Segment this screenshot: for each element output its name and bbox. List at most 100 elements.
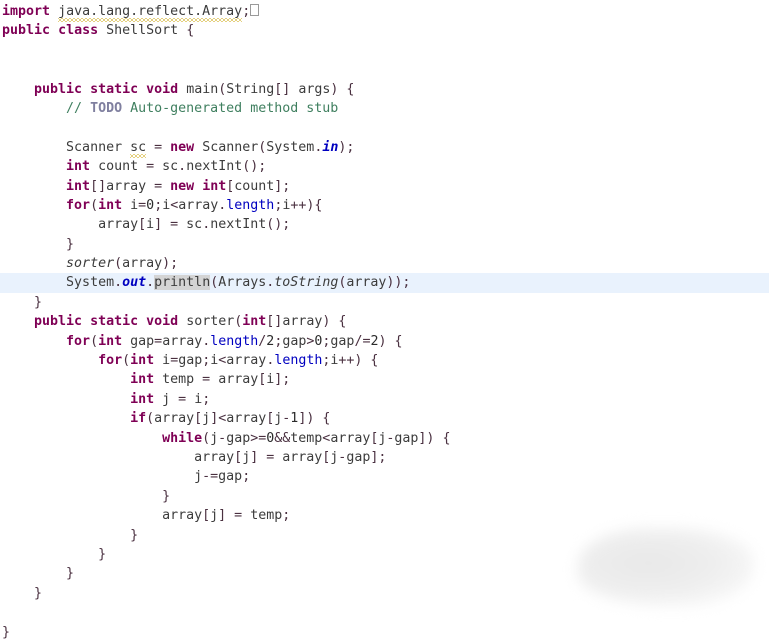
code-line[interactable]: import java.lang.reflect.Array; <box>0 2 769 21</box>
token: array <box>162 333 203 349</box>
punctuation-token: ++){ <box>290 197 323 213</box>
punctuation-token: = <box>170 391 195 407</box>
punctuation-token: ( <box>146 411 155 427</box>
punctuation-token: ; <box>242 469 251 485</box>
code-line[interactable]: public static void main(String[] args) { <box>0 80 769 99</box>
token: array <box>218 372 259 388</box>
token: array <box>282 449 323 465</box>
token: gap <box>330 333 355 349</box>
punctuation-token: = <box>138 197 147 213</box>
punctuation-token: . <box>114 275 123 291</box>
code-line[interactable]: } <box>0 526 769 545</box>
token: Scanner <box>202 139 259 155</box>
keyword-token: int <box>66 178 91 194</box>
keyword-token: if <box>130 411 147 427</box>
comment-token: // <box>66 100 91 116</box>
token: sc <box>186 217 203 233</box>
code-line[interactable]: } <box>0 235 769 254</box>
code-line[interactable]: sorter(array); <box>0 254 769 273</box>
java-source-editor[interactable]: import java.lang.reflect.Array; public cl… <box>0 0 769 640</box>
code-line[interactable]: while(j-gap>=0&&temp<array[j-gap]) { <box>0 429 769 448</box>
code-line[interactable]: Scanner sc = new Scanner(System.in); <box>0 138 769 157</box>
field-token: length <box>226 197 275 213</box>
code-line[interactable]: int j = i; <box>0 390 769 409</box>
keyword-token: new <box>170 139 195 155</box>
token: j <box>194 469 203 485</box>
token: j <box>202 411 211 427</box>
punctuation-token: ; <box>282 508 291 524</box>
keyword-token: int <box>130 391 155 407</box>
code-line[interactable]: } <box>0 623 769 642</box>
code-line[interactable] <box>0 41 769 60</box>
control-char-placeholder <box>250 4 260 16</box>
todo-tag: TODO <box>90 100 123 116</box>
code-line[interactable]: if(array[j]<array[j-1]) { <box>0 409 769 428</box>
punctuation-token: (); <box>242 159 267 175</box>
token: array <box>194 449 235 465</box>
code-line[interactable]: } <box>0 293 769 312</box>
token: args <box>298 81 331 97</box>
punctuation-token: } <box>162 488 171 504</box>
keyword-token: public <box>2 23 51 39</box>
code-line[interactable]: int temp = array[i]; <box>0 370 769 389</box>
code-line[interactable]: } <box>0 487 769 506</box>
code-line[interactable] <box>0 603 769 622</box>
token: j <box>210 508 219 524</box>
keyword-token: for <box>98 353 123 369</box>
token: String <box>226 81 275 97</box>
code-text-area[interactable]: import java.lang.reflect.Array; public cl… <box>0 0 769 642</box>
code-line[interactable]: for(int i=0;i<array.length;i++){ <box>0 196 769 215</box>
token: sc <box>162 159 179 175</box>
code-line[interactable]: int count = sc.nextInt(); <box>0 157 769 176</box>
code-line[interactable]: j-=gap; <box>0 467 769 486</box>
token: array <box>330 430 371 446</box>
punctuation-token: ) { <box>378 333 403 349</box>
keyword-token: static <box>90 81 139 97</box>
punctuation-token: = <box>170 353 179 369</box>
token: j <box>162 391 171 407</box>
punctuation-token: - <box>218 430 227 446</box>
code-line[interactable]: int[]array = new int[count]; <box>0 177 769 196</box>
keyword-token: static <box>90 314 139 330</box>
code-line[interactable] <box>0 60 769 79</box>
punctuation-token: ]) { <box>418 430 451 446</box>
token: gap <box>282 333 307 349</box>
code-line[interactable]: } <box>0 545 769 564</box>
code-line[interactable]: array[j] = array[j-gap]; <box>0 448 769 467</box>
code-line[interactable]: // TODO Auto-generated method stub <box>0 99 769 118</box>
code-line[interactable]: public class ShellSort { <box>0 21 769 40</box>
warning-underlined-token: java.lang.reflect.Array <box>58 4 243 22</box>
token: Arrays <box>218 275 267 291</box>
code-line[interactable]: public static void sorter(int[]array) { <box>0 312 769 331</box>
punctuation-token: ; <box>202 391 211 407</box>
keyword-token: int <box>130 353 155 369</box>
punctuation-token: >= <box>250 430 267 446</box>
punctuation-token: } <box>66 566 75 582</box>
token: array <box>226 411 267 427</box>
code-line[interactable]: } <box>0 564 769 583</box>
token: ShellSort <box>106 23 179 39</box>
code-line[interactable] <box>0 118 769 137</box>
code-line[interactable]: array[i] = sc.nextInt(); <box>0 215 769 234</box>
code-line[interactable]: array[j] = temp; <box>0 506 769 525</box>
code-line-current[interactable]: System.out.println(Arrays.toString(array… <box>0 273 769 293</box>
code-line[interactable]: } <box>0 584 769 603</box>
code-line[interactable]: for(int gap=array.length/2;gap>0;gap/=2)… <box>0 332 769 351</box>
number-token: 0 <box>146 197 155 213</box>
static-method-token: sorter <box>66 256 115 272</box>
code-line[interactable]: for(int i=gap;i<array.length;i++) { <box>0 351 769 370</box>
